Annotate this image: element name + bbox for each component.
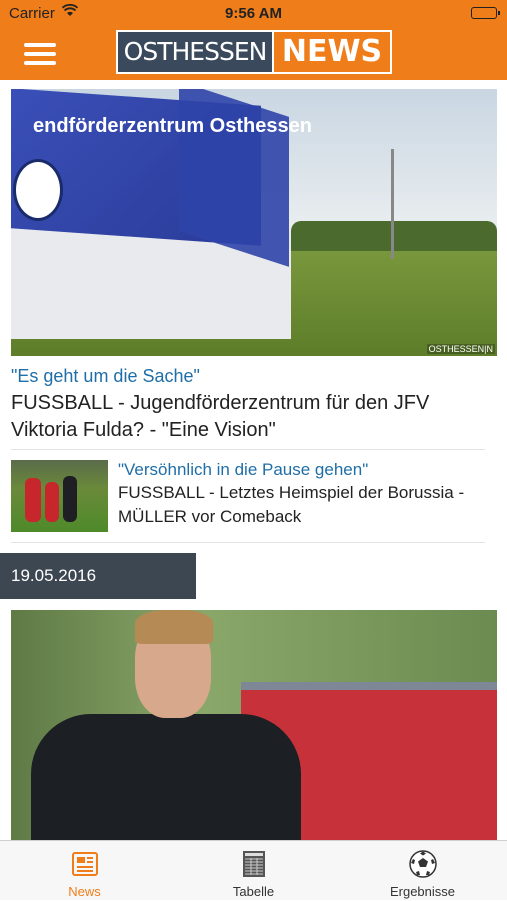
divider [11, 449, 485, 450]
club-crest [13, 159, 63, 221]
soccer-ball-icon [408, 849, 438, 879]
date-section-header: 19.05.2016 [0, 553, 196, 599]
newspaper-icon [70, 849, 100, 879]
nav-bar: OSTHESSEN NEWS [0, 28, 507, 80]
tab-tabelle[interactable]: Tabelle [169, 841, 338, 901]
app-logo: OSTHESSEN NEWS [116, 30, 392, 74]
article-headline[interactable]: FUSSBALL - Letztes Heimspiel der Borussi… [118, 481, 498, 529]
tab-label: Tabelle [232, 884, 275, 899]
tab-label: News [68, 884, 101, 899]
divider [11, 542, 485, 543]
article-kicker[interactable]: "Versöhnlich in die Pause gehen" [118, 460, 498, 480]
article-headline[interactable]: FUSSBALL - Jugendförderzentrum für den J… [11, 390, 491, 444]
tab-news[interactable]: News [0, 841, 169, 901]
clock: 9:56 AM [225, 5, 282, 22]
article-kicker[interactable]: "Es geht um die Sache" [11, 366, 200, 387]
menu-icon[interactable] [24, 43, 56, 65]
building-sign: endförderzentrum Osthessen [33, 115, 312, 137]
news-feed[interactable]: endförderzentrum Osthessen OSTHESSEN|N "… [0, 80, 507, 840]
article-image[interactable] [11, 610, 497, 840]
tab-label: Ergebnisse [389, 884, 456, 899]
table-icon [239, 849, 269, 879]
article-hero-image[interactable]: endförderzentrum Osthessen OSTHESSEN|N [11, 89, 497, 356]
battery-icon [471, 7, 500, 19]
logo-text-left: OSTHESSEN [116, 30, 274, 74]
tab-bar: News Tabelle Ergebnisse [0, 840, 507, 900]
date-label: 19.05.2016 [11, 566, 97, 585]
status-bar: Carrier 9:56 AM [0, 0, 507, 28]
logo-text-right: NEWS [274, 30, 392, 74]
article-thumbnail[interactable] [11, 460, 108, 532]
image-watermark: OSTHESSEN|N [426, 344, 495, 354]
tab-ergebnisse[interactable]: Ergebnisse [338, 841, 507, 901]
